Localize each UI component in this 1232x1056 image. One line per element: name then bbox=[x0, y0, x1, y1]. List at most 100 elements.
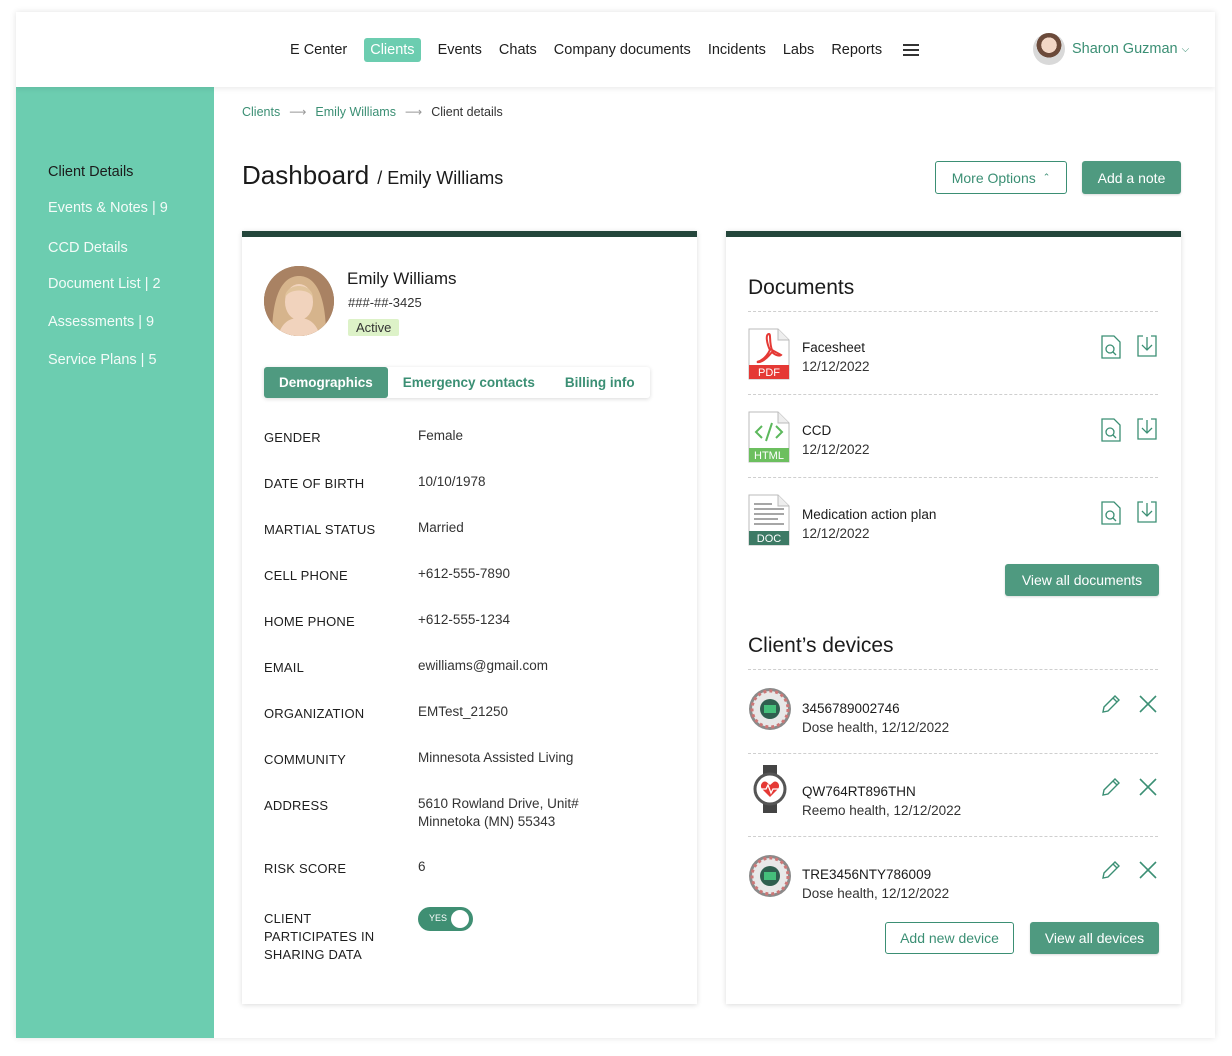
field-value-risk-score: 6 bbox=[418, 859, 426, 874]
delete-x-icon[interactable] bbox=[1138, 694, 1158, 714]
edit-pencil-icon[interactable] bbox=[1100, 776, 1122, 798]
field-label-dob: DATE OF BIRTH bbox=[264, 476, 365, 491]
field-label-address: ADDRESS bbox=[264, 798, 329, 813]
field-label-marital: MARTIAL STATUS bbox=[264, 522, 376, 537]
devices-title: Client’s devices bbox=[748, 634, 894, 657]
more-options-button[interactable]: More Options ⌃ bbox=[935, 161, 1067, 194]
chevron-up-icon: ⌃ bbox=[1042, 172, 1051, 182]
field-value-address-line1: 5610 Rowland Drive, Unit# bbox=[418, 796, 579, 811]
view-all-devices-button[interactable]: View all devices bbox=[1030, 922, 1159, 954]
sharing-data-toggle[interactable]: YES bbox=[418, 907, 473, 931]
user-avatar bbox=[1033, 33, 1065, 65]
breadcrumb: Clients ⟶ Emily Williams ⟶ Client detail… bbox=[242, 105, 503, 119]
nav-e-center[interactable]: E Center bbox=[290, 38, 347, 62]
nav-company-documents[interactable]: Company documents bbox=[554, 38, 691, 62]
tab-emergency-contacts[interactable]: Emergency contacts bbox=[388, 367, 550, 398]
sidebar-item-document-list[interactable]: Document List | 2 bbox=[48, 276, 161, 292]
pdf-file-icon: PDF bbox=[748, 328, 790, 380]
document-date: 12/12/2022 bbox=[802, 442, 870, 457]
field-label-email: EMAIL bbox=[264, 660, 305, 675]
top-navbar: E Center Clients Events Chats Company do… bbox=[16, 12, 1215, 87]
nav-labs[interactable]: Labs bbox=[783, 38, 814, 62]
device-info: Reemo health, 12/12/2022 bbox=[802, 803, 962, 818]
download-icon[interactable] bbox=[1137, 335, 1157, 357]
pill-dispenser-icon bbox=[749, 688, 791, 730]
field-value-address-line2: Minnetoka (MN) 55343 bbox=[418, 814, 556, 829]
toggle-label: YES bbox=[429, 913, 448, 923]
field-value-home-phone: +612-555-1234 bbox=[418, 612, 510, 627]
download-icon[interactable] bbox=[1137, 501, 1157, 523]
field-label-sharing-2: PARTICIPATES IN bbox=[264, 929, 375, 944]
document-date: 12/12/2022 bbox=[802, 526, 870, 541]
delete-x-icon[interactable] bbox=[1138, 860, 1158, 880]
doc-file-icon: DOC bbox=[748, 494, 790, 546]
document-name: Facesheet bbox=[802, 340, 866, 355]
field-value-marital: Married bbox=[418, 520, 464, 535]
device-info: Dose health, 12/12/2022 bbox=[802, 886, 950, 901]
field-value-dob: 10/10/1978 bbox=[418, 474, 486, 489]
page-title-main: Dashboard bbox=[242, 160, 370, 190]
breadcrumb-current: Client details bbox=[431, 105, 503, 119]
delete-x-icon[interactable] bbox=[1138, 777, 1158, 797]
field-label-sharing-3: SHARING DATA bbox=[264, 947, 362, 962]
breadcrumb-client-name[interactable]: Emily Williams bbox=[315, 105, 396, 119]
edit-pencil-icon[interactable] bbox=[1100, 693, 1122, 715]
hamburger-menu-icon[interactable] bbox=[903, 44, 920, 56]
user-menu[interactable]: Sharon Guzman ⌵ bbox=[1033, 33, 1189, 65]
add-new-device-button[interactable]: Add new device bbox=[885, 922, 1014, 954]
field-label-organization: ORGANIZATION bbox=[264, 706, 365, 721]
field-value-community: Minnesota Assisted Living bbox=[418, 750, 574, 765]
sidebar-item-assessments[interactable]: Assessments | 9 bbox=[48, 314, 154, 330]
nav-events[interactable]: Events bbox=[438, 38, 482, 62]
document-date: 12/12/2022 bbox=[802, 359, 870, 374]
chevron-down-icon: ⌵ bbox=[1181, 43, 1190, 55]
breadcrumb-separator: ⟶ bbox=[289, 105, 307, 119]
toggle-knob bbox=[451, 910, 469, 928]
field-value-gender: Female bbox=[418, 428, 464, 443]
field-value-cell-phone: +612-555-7890 bbox=[418, 566, 510, 581]
html-file-icon: HTML bbox=[748, 411, 790, 463]
sidebar-item-client-details[interactable]: Client Details bbox=[48, 164, 133, 180]
svg-text:DOC: DOC bbox=[757, 533, 782, 545]
device-id: 3456789002746 bbox=[802, 701, 900, 716]
field-label-cell-phone: CELL PHONE bbox=[264, 568, 348, 583]
sidebar-item-events-notes[interactable]: Events & Notes | 9 bbox=[48, 200, 168, 216]
user-name: Sharon Guzman bbox=[1072, 41, 1178, 57]
field-label-risk-score: RISK SCORE bbox=[264, 861, 347, 876]
document-name: CCD bbox=[802, 423, 832, 438]
preview-icon[interactable] bbox=[1101, 335, 1121, 359]
status-badge: Active bbox=[348, 319, 400, 336]
svg-text:HTML: HTML bbox=[754, 450, 784, 462]
field-label-community: COMMUNITY bbox=[264, 752, 346, 767]
edit-pencil-icon[interactable] bbox=[1100, 859, 1122, 881]
field-value-organization: EMTest_21250 bbox=[418, 704, 509, 719]
client-id: ###-##-3425 bbox=[348, 295, 422, 310]
download-icon[interactable] bbox=[1137, 418, 1157, 440]
device-id: QW764RT896THN bbox=[802, 784, 916, 799]
device-id: TRE3456NTY786009 bbox=[802, 867, 932, 882]
nav-incidents[interactable]: Incidents bbox=[708, 38, 766, 62]
documents-devices-card: Documents PDF Facesheet 12/12/2022 HTML … bbox=[726, 231, 1181, 1004]
breadcrumb-clients[interactable]: Clients bbox=[242, 105, 280, 119]
nav-clients[interactable]: Clients bbox=[364, 38, 421, 62]
sidebar: Client Details Events & Notes | 9 CCD De… bbox=[16, 87, 214, 1038]
add-note-button[interactable]: Add a note bbox=[1082, 161, 1181, 194]
view-all-documents-button[interactable]: View all documents bbox=[1005, 564, 1159, 596]
tab-billing-info[interactable]: Billing info bbox=[550, 367, 650, 398]
divider bbox=[748, 753, 1158, 754]
page-title-client: / Emily Williams bbox=[377, 168, 504, 188]
documents-title: Documents bbox=[748, 276, 855, 299]
divider bbox=[748, 669, 1158, 670]
sidebar-item-ccd-details[interactable]: CCD Details bbox=[48, 240, 128, 256]
main-nav: E Center Clients Events Chats Company do… bbox=[290, 38, 920, 62]
preview-icon[interactable] bbox=[1101, 501, 1121, 525]
sidebar-item-service-plans[interactable]: Service Plans | 5 bbox=[48, 352, 157, 368]
svg-text:PDF: PDF bbox=[758, 367, 780, 379]
pill-dispenser-icon bbox=[749, 855, 791, 897]
preview-icon[interactable] bbox=[1101, 418, 1121, 442]
divider bbox=[748, 836, 1158, 837]
nav-chats[interactable]: Chats bbox=[499, 38, 537, 62]
device-info: Dose health, 12/12/2022 bbox=[802, 720, 950, 735]
nav-reports[interactable]: Reports bbox=[831, 38, 882, 62]
tab-demographics[interactable]: Demographics bbox=[264, 367, 388, 398]
